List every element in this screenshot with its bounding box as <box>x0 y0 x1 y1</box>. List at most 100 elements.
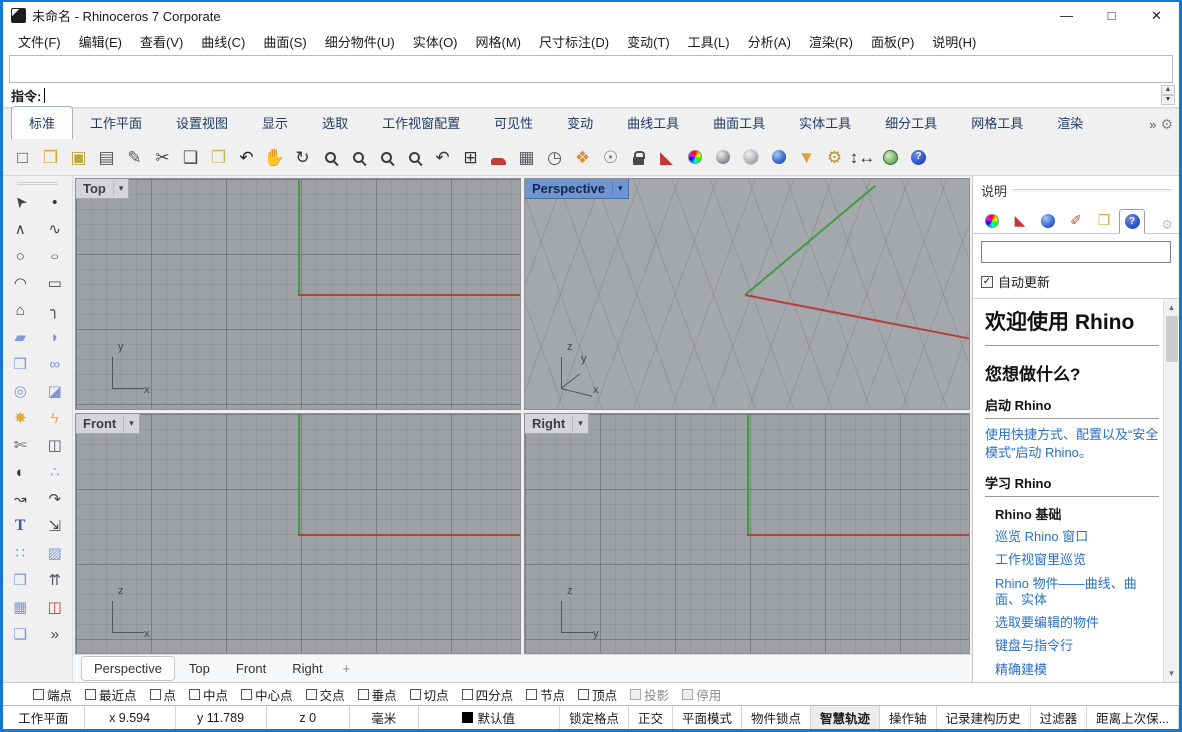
earth-globe-icon[interactable] <box>877 143 904 171</box>
toolbar-tab[interactable]: 变动 <box>550 107 610 139</box>
viewport-layout-icon[interactable]: ⊞ <box>457 143 484 171</box>
toolbar-tab[interactable]: 设置视图 <box>159 107 245 139</box>
menu-item[interactable]: 曲线(C) <box>192 29 254 54</box>
status-cell[interactable]: 平面模式 <box>673 706 742 729</box>
osnap-item[interactable]: 点 <box>149 685 176 704</box>
minimize-button[interactable]: — <box>1044 2 1089 29</box>
light-bulb-icon[interactable]: ☉ <box>597 143 624 171</box>
panel-tab-colors-icon[interactable] <box>979 208 1005 233</box>
text-icon[interactable]: T <box>7 514 33 538</box>
osnap-checkbox[interactable] <box>461 688 473 700</box>
zoom-extents-icon[interactable] <box>373 143 400 171</box>
render-wedge-icon[interactable]: ◣ <box>653 143 680 171</box>
scroll-down-icon[interactable]: ▼ <box>1168 665 1176 682</box>
tab-gear-icon[interactable]: ⚙ <box>1160 116 1173 133</box>
menu-item[interactable]: 曲面(S) <box>254 29 315 54</box>
layers-sheets-icon[interactable]: ❏ <box>7 622 33 646</box>
fillet-curve-icon[interactable]: ╮ <box>42 298 68 322</box>
hatch-icon[interactable]: ▨ <box>42 541 68 565</box>
menu-item[interactable]: 渲染(R) <box>800 29 862 54</box>
viewport-top[interactable]: y x Top ▾ <box>75 178 521 410</box>
circle-icon[interactable]: ○ <box>7 244 33 268</box>
command-history[interactable] <box>9 55 1173 83</box>
spinner-down-icon[interactable]: ▼ <box>1161 95 1175 105</box>
osnap-checkbox[interactable] <box>630 688 642 700</box>
osnap-checkbox[interactable] <box>85 688 97 700</box>
toolbar-tab[interactable]: 标准 <box>11 106 74 139</box>
help-link[interactable]: 工作视窗里巡览 <box>995 552 1159 568</box>
viewport-right-label[interactable]: Right ▾ <box>525 414 589 434</box>
menu-item[interactable]: 分析(A) <box>739 29 800 54</box>
osnap-item[interactable]: 四分点 <box>461 685 513 704</box>
command-input[interactable] <box>45 83 1161 107</box>
extend-curve-icon[interactable]: ↝ <box>7 487 33 511</box>
save-icon[interactable]: ▣ <box>65 143 92 171</box>
status-cell[interactable]: 默认值 <box>419 706 560 729</box>
status-cell[interactable]: 正交 <box>629 706 673 729</box>
ghosted-mode-icon[interactable] <box>737 143 764 171</box>
scroll-thumb[interactable] <box>1165 316 1178 362</box>
dimension-icon[interactable]: ↕↔ <box>849 143 876 171</box>
open-folder-icon[interactable]: ❒ <box>37 143 64 171</box>
help-link[interactable]: 选取要编辑的物件 <box>995 615 1159 631</box>
toolbar-tab[interactable]: 细分工具 <box>868 107 954 139</box>
zoom-selected-icon[interactable] <box>401 143 428 171</box>
help-icon[interactable]: ? <box>905 143 932 171</box>
status-cell[interactable]: 记录建构历史 <box>937 706 1031 729</box>
undo-view-icon[interactable]: ↶ <box>429 143 456 171</box>
menu-item[interactable]: 尺寸标注(D) <box>530 29 618 54</box>
extrude-icon[interactable]: ⇈ <box>42 568 68 592</box>
osnap-item[interactable]: 切点 <box>409 685 449 704</box>
zoom-dynamic-icon[interactable] <box>317 143 344 171</box>
paste-icon[interactable]: ❐ <box>205 143 232 171</box>
move-points-icon[interactable]: ⇲ <box>42 514 68 538</box>
panel-gear-icon[interactable]: ⚙ <box>1161 217 1175 233</box>
sphere-icon[interactable]: ∞ <box>42 352 68 376</box>
panel-tab-library-icon[interactable]: ❒ <box>1091 208 1117 233</box>
point-icon[interactable]: • <box>42 190 68 214</box>
help-link[interactable]: 精确建模 <box>995 662 1159 678</box>
viewport-perspective[interactable]: z y x Perspective ▾ <box>524 178 970 410</box>
status-cell[interactable]: 工作平面 <box>3 706 85 729</box>
toolbar-tab[interactable]: 工作视窗配置 <box>365 107 477 139</box>
status-cell[interactable]: 过滤器 <box>1031 706 1088 729</box>
osnap-item[interactable]: 顶点 <box>578 685 617 704</box>
toolbar-tab[interactable]: 选取 <box>305 107 365 139</box>
osnap-item[interactable]: 投影 <box>630 685 669 704</box>
panel-tab-brush-icon[interactable]: ✐ <box>1063 208 1089 233</box>
auto-update-checkbox[interactable] <box>981 275 993 288</box>
print-icon[interactable]: ▤ <box>93 143 120 171</box>
blend-curve-icon[interactable]: ↷ <box>42 487 68 511</box>
point-cloud-icon[interactable]: ∴ <box>42 460 68 484</box>
patch-icon[interactable]: ◪ <box>42 379 68 403</box>
osnap-checkbox[interactable] <box>149 688 161 700</box>
surface-points-icon[interactable]: ▰ <box>7 325 33 349</box>
menu-item[interactable]: 实体(O) <box>404 29 467 54</box>
more-icon[interactable]: » <box>42 622 68 646</box>
boolean-icon[interactable]: ✸ <box>7 406 33 430</box>
osnap-item[interactable]: 停用 <box>682 685 721 704</box>
zoom-window-icon[interactable] <box>345 143 372 171</box>
menu-item[interactable]: 网格(M) <box>467 29 531 54</box>
osnap-item[interactable]: 端点 <box>33 685 72 704</box>
rendered-mode-icon[interactable] <box>765 143 792 171</box>
arc-icon[interactable]: ◠ <box>7 271 33 295</box>
viewport-tab[interactable]: Right <box>280 657 334 680</box>
start-link[interactable]: 使用快捷方式、配置以及“安全模式”启动 Rhino。 <box>985 426 1159 461</box>
viewport-tab[interactable]: Top <box>177 657 222 680</box>
edit-page-icon[interactable]: ✎ <box>121 143 148 171</box>
box-icon[interactable]: ❒ <box>7 352 33 376</box>
new-file-icon[interactable]: □ <box>9 143 36 171</box>
status-cell[interactable]: x 9.594 <box>85 706 176 729</box>
menu-item[interactable]: 工具(L) <box>679 29 739 54</box>
group-icon[interactable]: ∷ <box>7 541 33 565</box>
maximize-button[interactable]: □ <box>1089 2 1134 29</box>
menu-item[interactable]: 面板(P) <box>862 29 923 54</box>
array-icon[interactable]: ▦ <box>7 595 33 619</box>
menu-item[interactable]: 细分物件(U) <box>316 29 404 54</box>
toolbar-tab[interactable]: 实体工具 <box>782 107 868 139</box>
pan-icon[interactable]: ✋ <box>261 143 288 171</box>
osnap-checkbox[interactable] <box>682 688 694 700</box>
viewport-tab[interactable]: Perspective <box>81 656 175 681</box>
status-cell[interactable]: 操作轴 <box>880 706 937 729</box>
